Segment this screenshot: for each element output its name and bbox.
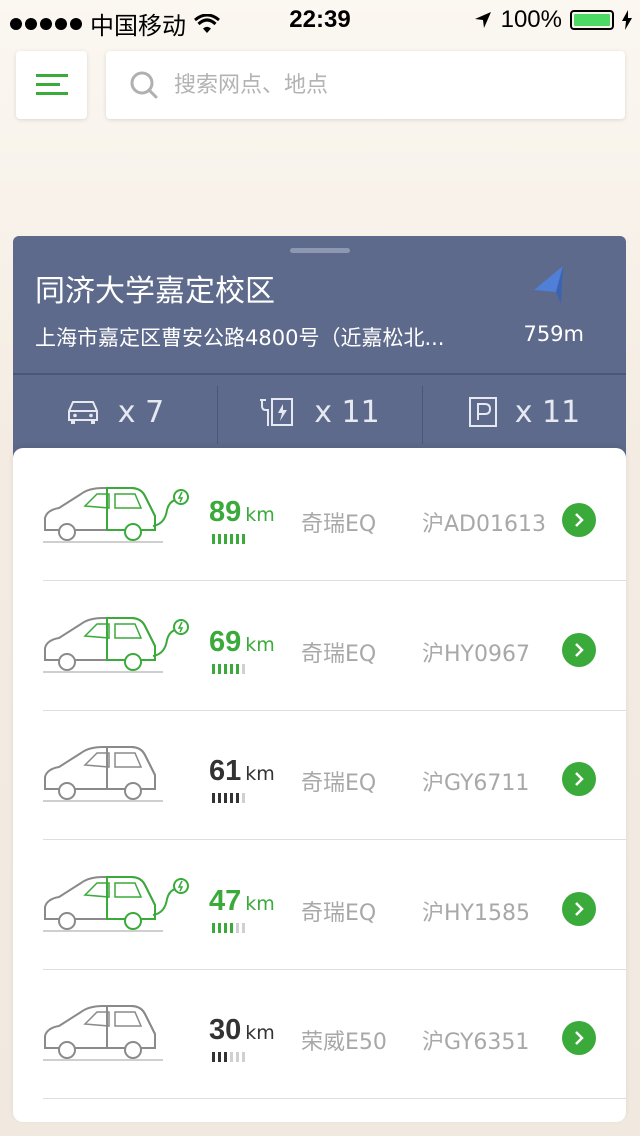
stat-chargers: x 11 xyxy=(218,376,422,448)
status-right: 100% xyxy=(473,6,632,34)
chevron-right-icon xyxy=(575,772,584,786)
car-range-value: 61 xyxy=(209,755,242,787)
car-range-unit: km xyxy=(245,1022,275,1044)
battery-level-bars xyxy=(212,534,245,544)
car-plate: 沪AD01613 xyxy=(422,512,546,537)
car-range: 89 km xyxy=(209,496,275,529)
car-detail-button[interactable] xyxy=(562,632,596,667)
car-list: 89 km 奇瑞EQ 沪AD01613 69 km 奇瑞EQ 沪HY0967 61 km 奇瑞EQ 沪… xyxy=(13,448,626,1122)
car-list-item[interactable]: 89 km 奇瑞EQ 沪AD01613 xyxy=(13,452,626,581)
chevron-right-icon xyxy=(575,642,584,657)
location-arrow-icon xyxy=(474,12,491,28)
car-range-unit: km xyxy=(245,763,275,785)
car-range: 47 km xyxy=(209,885,275,918)
station-address: 上海市嘉定区曹安公路4800号（近嘉松北... xyxy=(35,326,445,350)
car-model: 奇瑞EQ xyxy=(301,512,377,537)
menu-button[interactable] xyxy=(16,51,87,119)
car-range: 30 km xyxy=(209,1014,275,1047)
car-plate: 沪GY6711 xyxy=(422,771,530,796)
car-list-item[interactable]: 30 km 荣威E50 沪GY6351 xyxy=(13,970,626,1099)
search-input[interactable] xyxy=(172,71,576,99)
station-distance: 759m xyxy=(523,322,584,346)
charging-bolt-icon xyxy=(622,10,632,30)
car-model: 奇瑞EQ xyxy=(301,900,377,926)
chevron-right-icon xyxy=(575,513,584,527)
car-model: 荣威E50 xyxy=(301,1030,387,1055)
car-plate: 沪HY0967 xyxy=(422,641,530,667)
stat-cars: x 7 xyxy=(13,376,217,448)
car-icon xyxy=(43,1005,163,1061)
car-plate: 沪HY1585 xyxy=(422,900,530,926)
hamburger-menu-icon xyxy=(35,74,68,95)
car-detail-button[interactable] xyxy=(562,503,596,537)
drag-handle[interactable] xyxy=(290,248,350,253)
stat-chargers-count: x 11 xyxy=(314,394,380,430)
battery-percent: 100% xyxy=(500,6,562,33)
charging-car-icon xyxy=(43,875,189,932)
stat-parking: x 11 xyxy=(423,376,626,448)
car-range-unit: km xyxy=(245,633,275,656)
parking-icon xyxy=(468,397,497,427)
battery-level-bars xyxy=(212,793,245,803)
battery-level-bars xyxy=(212,663,245,674)
status-bar: 中国移动 22:39 100% xyxy=(0,0,640,40)
battery-level-bars xyxy=(212,1052,245,1062)
search-icon xyxy=(130,71,158,99)
panel-divider xyxy=(13,373,626,375)
charging-car-icon xyxy=(43,616,189,673)
car-icon xyxy=(67,401,98,424)
car-range-value: 30 xyxy=(209,1014,242,1046)
car-detail-button[interactable] xyxy=(562,762,596,796)
car-list-item[interactable]: 69 km 奇瑞EQ 沪HY0967 xyxy=(13,582,626,711)
car-range-value: 69 xyxy=(209,625,242,658)
car-range-unit: km xyxy=(245,504,275,526)
battery-level-bars xyxy=(212,922,245,933)
car-detail-button[interactable] xyxy=(562,891,596,926)
car-model: 奇瑞EQ xyxy=(301,771,377,796)
station-name: 同济大学嘉定校区 xyxy=(35,274,275,309)
chevron-right-icon xyxy=(575,901,584,916)
chevron-right-icon xyxy=(575,1031,584,1045)
car-list-item[interactable]: 61 km 奇瑞EQ 沪GY6711 xyxy=(13,711,626,840)
car-list-item[interactable]: 47 km 奇瑞EQ 沪HY1585 xyxy=(13,841,626,970)
car-range-value: 89 xyxy=(209,496,242,528)
car-icon xyxy=(43,746,163,802)
row-divider xyxy=(43,1098,626,1099)
stat-parking-count: x 11 xyxy=(514,394,581,430)
charging-car-icon xyxy=(43,487,189,543)
station-panel[interactable]: 同济大学嘉定校区 上海市嘉定区曹安公路4800号（近嘉松北... 759m x … xyxy=(13,236,626,466)
car-detail-button[interactable] xyxy=(562,1021,596,1055)
stat-cars-count: x 7 xyxy=(117,394,165,430)
car-range-unit: km xyxy=(245,892,275,915)
car-plate: 沪GY6351 xyxy=(422,1030,530,1055)
car-range: 61 km xyxy=(209,755,275,788)
car-model: 奇瑞EQ xyxy=(301,641,377,667)
charger-icon xyxy=(260,398,294,426)
navigation-icon[interactable] xyxy=(532,264,568,308)
battery-icon xyxy=(570,10,614,30)
search-bar[interactable] xyxy=(106,51,625,119)
car-range-value: 47 xyxy=(209,884,242,917)
car-range: 69 km xyxy=(209,626,275,659)
